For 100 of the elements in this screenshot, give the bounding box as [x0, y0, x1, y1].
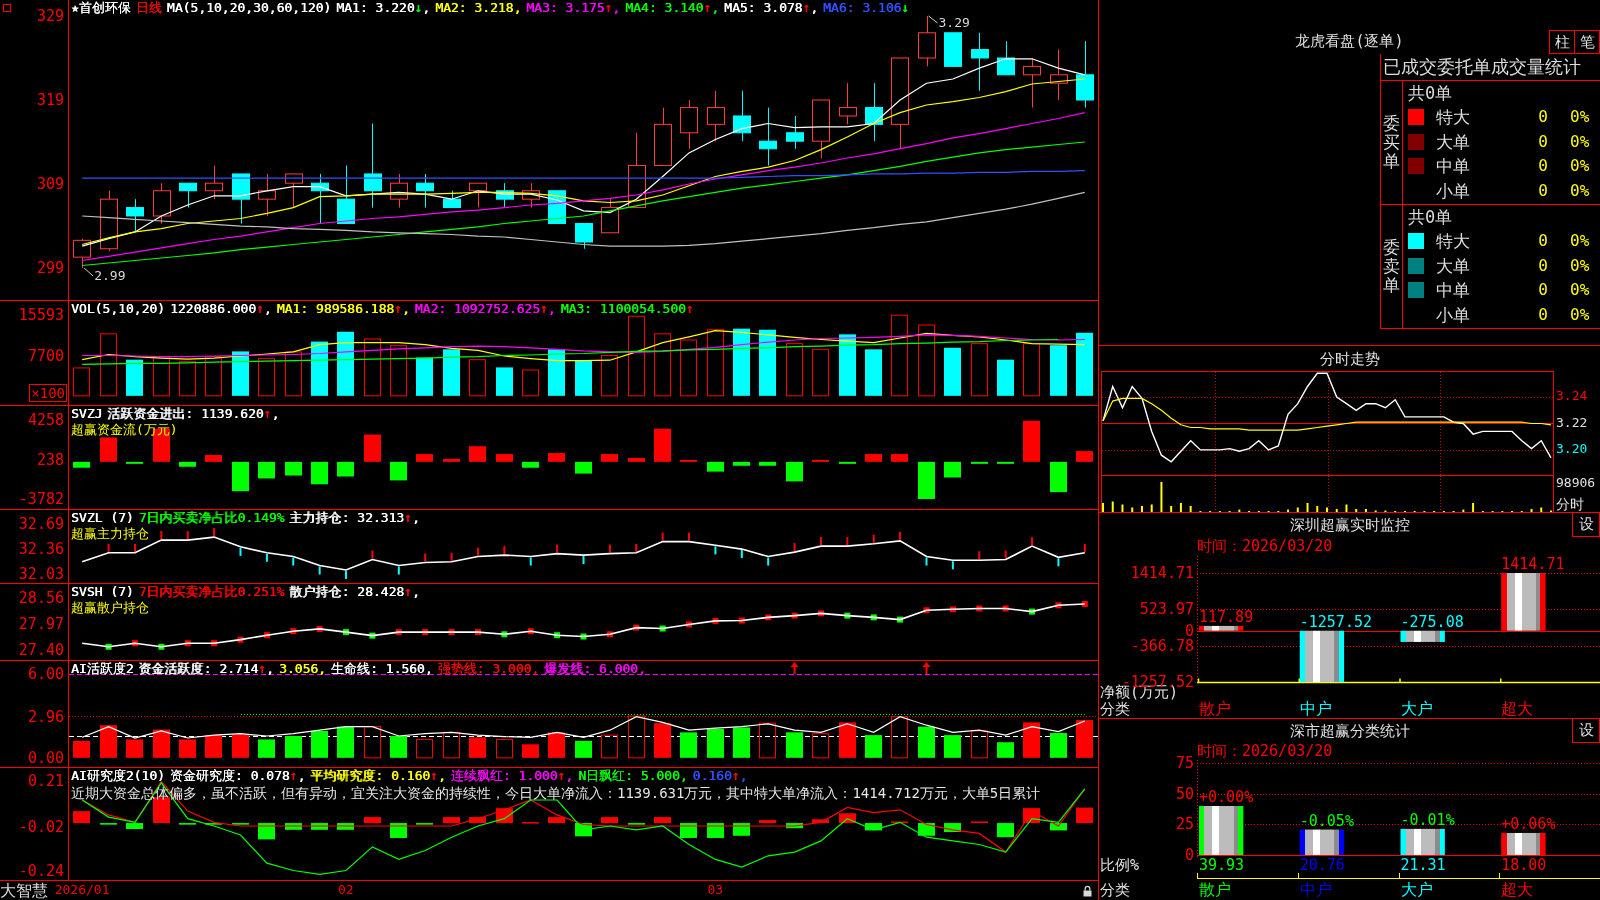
change-marker	[1081, 601, 1088, 607]
axis-tick-label: 309	[36, 176, 64, 193]
candlestick	[1076, 40, 1094, 109]
fund-flow-bar	[73, 461, 90, 468]
axis-tick-label: 0	[1184, 847, 1194, 864]
candlestick	[971, 32, 989, 92]
axis-tick-label: 0	[1184, 622, 1194, 639]
table-title: 已成交委托单成交量统计	[1383, 56, 1581, 78]
fund-flow-bar	[258, 461, 275, 479]
axis-title: 分时	[1556, 496, 1584, 512]
axis-tick-label: 2.96	[27, 708, 64, 725]
axis-tick-label: 6.00	[27, 666, 64, 683]
mode-button[interactable]: 笔	[1574, 30, 1600, 54]
fund-flow-bar	[1023, 420, 1040, 462]
fund-flow-bar	[496, 454, 513, 462]
axis-tick-label: 523.97	[1139, 601, 1194, 618]
candlestick	[126, 198, 144, 233]
order-type-label: 中单	[1436, 280, 1470, 301]
change-marker	[846, 537, 849, 546]
indicator-subtitle: 超赢散户持仓	[71, 600, 149, 615]
change-marker	[580, 633, 587, 640]
change-marker	[474, 629, 481, 636]
fund-flow-bar	[918, 461, 935, 499]
change-marker	[976, 605, 983, 612]
indicator-label: SVZJ	[71, 406, 103, 422]
change-marker	[870, 614, 877, 621]
change-marker	[1055, 602, 1062, 609]
price-label: 3.29	[938, 15, 970, 30]
change-marker	[292, 557, 295, 566]
change-marker	[1083, 543, 1086, 552]
order-count: 0	[1538, 231, 1548, 252]
order-share: 0%	[1570, 255, 1591, 276]
indicator-label: 平均研究度: 0.160↑,	[310, 768, 446, 784]
indicator-label: MA3: 3.175↑,	[526, 0, 621, 16]
indicator-label: 资金活跃度: 2.714↑,	[138, 661, 274, 677]
axis-tick-label: 15593	[18, 307, 64, 324]
fund-flow-bar	[100, 437, 117, 462]
axis-tick-label: 25	[1175, 816, 1194, 833]
value-label: 117.89	[1199, 608, 1254, 625]
axis-title: 分类	[1099, 701, 1131, 717]
category-label: 大户	[1400, 880, 1433, 899]
change-marker	[608, 544, 611, 553]
fund-flow-bar	[839, 461, 856, 464]
settings-button[interactable]: 设	[1572, 513, 1600, 537]
indicator-label: AI活跃度2	[71, 661, 134, 677]
axis-tick-label: 75	[1175, 754, 1194, 771]
change-marker	[925, 557, 928, 566]
category-label: 大户	[1400, 699, 1433, 718]
indicator-label: 7日内买卖净占比0.251%	[138, 584, 285, 600]
change-marker	[318, 566, 321, 575]
order-type-label: 小单	[1436, 180, 1470, 201]
mode-button[interactable]: 柱	[1549, 30, 1575, 54]
change-marker	[688, 532, 691, 541]
change-label: -0.05%	[1299, 812, 1354, 829]
change-marker	[817, 610, 824, 617]
indicator-subtitle: 超赢主力持仓	[71, 526, 149, 541]
change-marker	[949, 606, 956, 613]
group-label: 委买单	[1383, 114, 1400, 171]
settings-button[interactable]: 设	[1572, 719, 1600, 743]
candlestick	[416, 173, 434, 209]
axis-tick-label: 319	[36, 92, 64, 108]
category-label: 散户	[1199, 699, 1231, 718]
axis-tick-label: 299	[36, 260, 64, 277]
candlestick	[390, 173, 408, 209]
section-title: 分时走势	[1319, 349, 1380, 368]
order-type-label: 小单	[1436, 304, 1470, 325]
change-marker	[424, 553, 427, 562]
date-label: 02	[338, 881, 354, 899]
change-marker	[606, 631, 613, 638]
fund-flow-bar	[390, 461, 407, 481]
indicator-label: ★首创环保	[71, 0, 131, 16]
change-marker	[659, 625, 666, 632]
indicator-label: MA1: 3.220↓,	[336, 0, 431, 16]
candlestick	[179, 182, 197, 209]
axis-tick-label: -0.02	[18, 819, 64, 836]
net-amount-bar	[1199, 625, 1244, 631]
change-marker	[554, 632, 561, 639]
date-time-label: 时间：2026/03/20	[1197, 742, 1333, 760]
indicator-label: 散户持仓: 28.428↑,	[289, 584, 420, 600]
fund-flow-bar	[469, 446, 486, 462]
square-icon[interactable]	[3, 4, 11, 12]
value-label: 21.31	[1400, 856, 1446, 874]
candlestick	[680, 99, 698, 150]
indicator-label: 0.160↑,	[692, 768, 748, 784]
order-type-label: 特大	[1436, 231, 1470, 252]
change-marker	[767, 557, 770, 566]
candlestick	[100, 190, 118, 252]
change-marker	[899, 531, 902, 540]
axis-tick-label: 50	[1175, 785, 1194, 802]
change-marker	[345, 571, 348, 579]
candlestick	[73, 238, 91, 269]
change-marker	[1057, 558, 1060, 567]
order-count: 0	[1538, 180, 1548, 201]
fund-flow-bar	[179, 461, 196, 467]
candlestick	[443, 190, 461, 209]
order-share: 0%	[1570, 131, 1591, 152]
fund-flow-bar	[786, 461, 803, 482]
value-label: 1414.71	[1501, 556, 1565, 572]
order-count: 0	[1538, 107, 1548, 128]
axis-tick-label: 4258	[27, 412, 64, 429]
